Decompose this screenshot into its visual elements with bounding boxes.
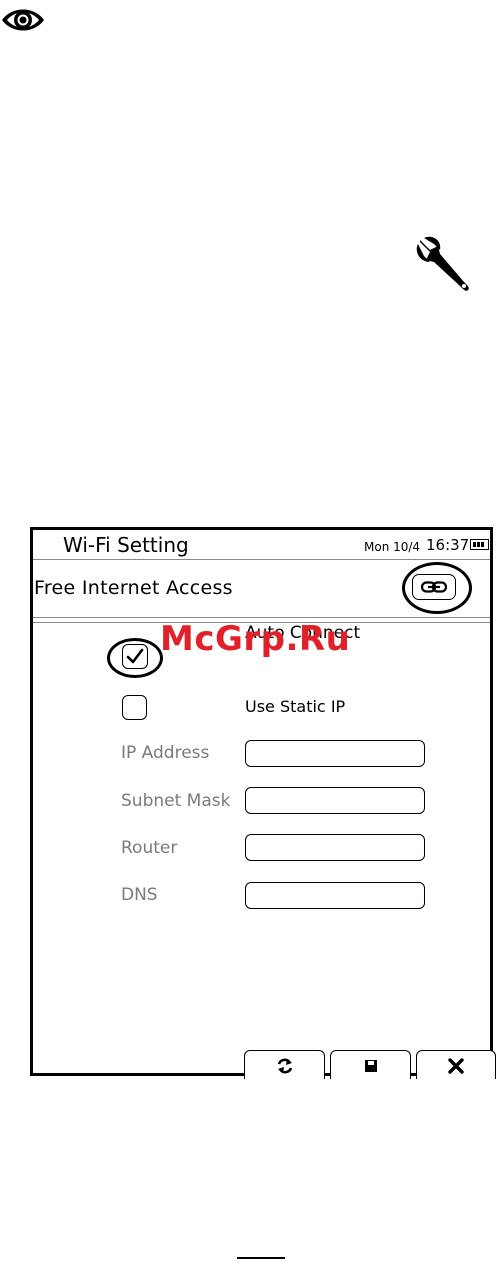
refresh-icon	[277, 1058, 293, 1074]
use-static-ip-label: Use Static IP	[245, 697, 346, 716]
wrench-icon	[412, 234, 476, 294]
subnet-mask-input[interactable]	[245, 787, 425, 814]
subnet-mask-label: Subnet Mask	[121, 791, 231, 811]
connect-button[interactable]	[412, 574, 456, 600]
ip-address-label: IP Address	[121, 743, 210, 763]
divider	[33, 617, 490, 618]
wifi-setting-screen: Wi-Fi Setting Mon 10/4 16:37 Free Intern…	[30, 527, 496, 1079]
status-date: Mon 10/4	[364, 540, 421, 554]
refresh-button[interactable]	[244, 1050, 325, 1079]
watermark: McGrp.Ru	[160, 619, 351, 659]
checkmark-icon	[126, 648, 144, 664]
save-icon	[365, 1060, 377, 1072]
router-input[interactable]	[245, 834, 425, 861]
title-bar: Wi-Fi Setting Mon 10/4 16:37	[33, 530, 490, 560]
screen-title: Wi-Fi Setting	[63, 533, 189, 557]
dns-label: DNS	[121, 885, 158, 905]
ip-address-input[interactable]	[245, 740, 425, 767]
close-icon	[448, 1058, 464, 1074]
router-label: Router	[121, 838, 178, 858]
save-button[interactable]	[330, 1050, 411, 1079]
page-footer-line	[237, 1257, 285, 1259]
link-icon	[420, 581, 448, 593]
dns-input[interactable]	[245, 882, 425, 909]
network-name: Free Internet Access	[34, 577, 233, 599]
use-static-ip-checkbox[interactable]	[122, 695, 147, 720]
close-button[interactable]	[416, 1050, 496, 1079]
eye-icon	[0, 0, 46, 40]
battery-icon	[470, 539, 489, 550]
status-time: 16:37	[426, 536, 470, 554]
auto-connect-checkbox[interactable]	[122, 644, 148, 669]
